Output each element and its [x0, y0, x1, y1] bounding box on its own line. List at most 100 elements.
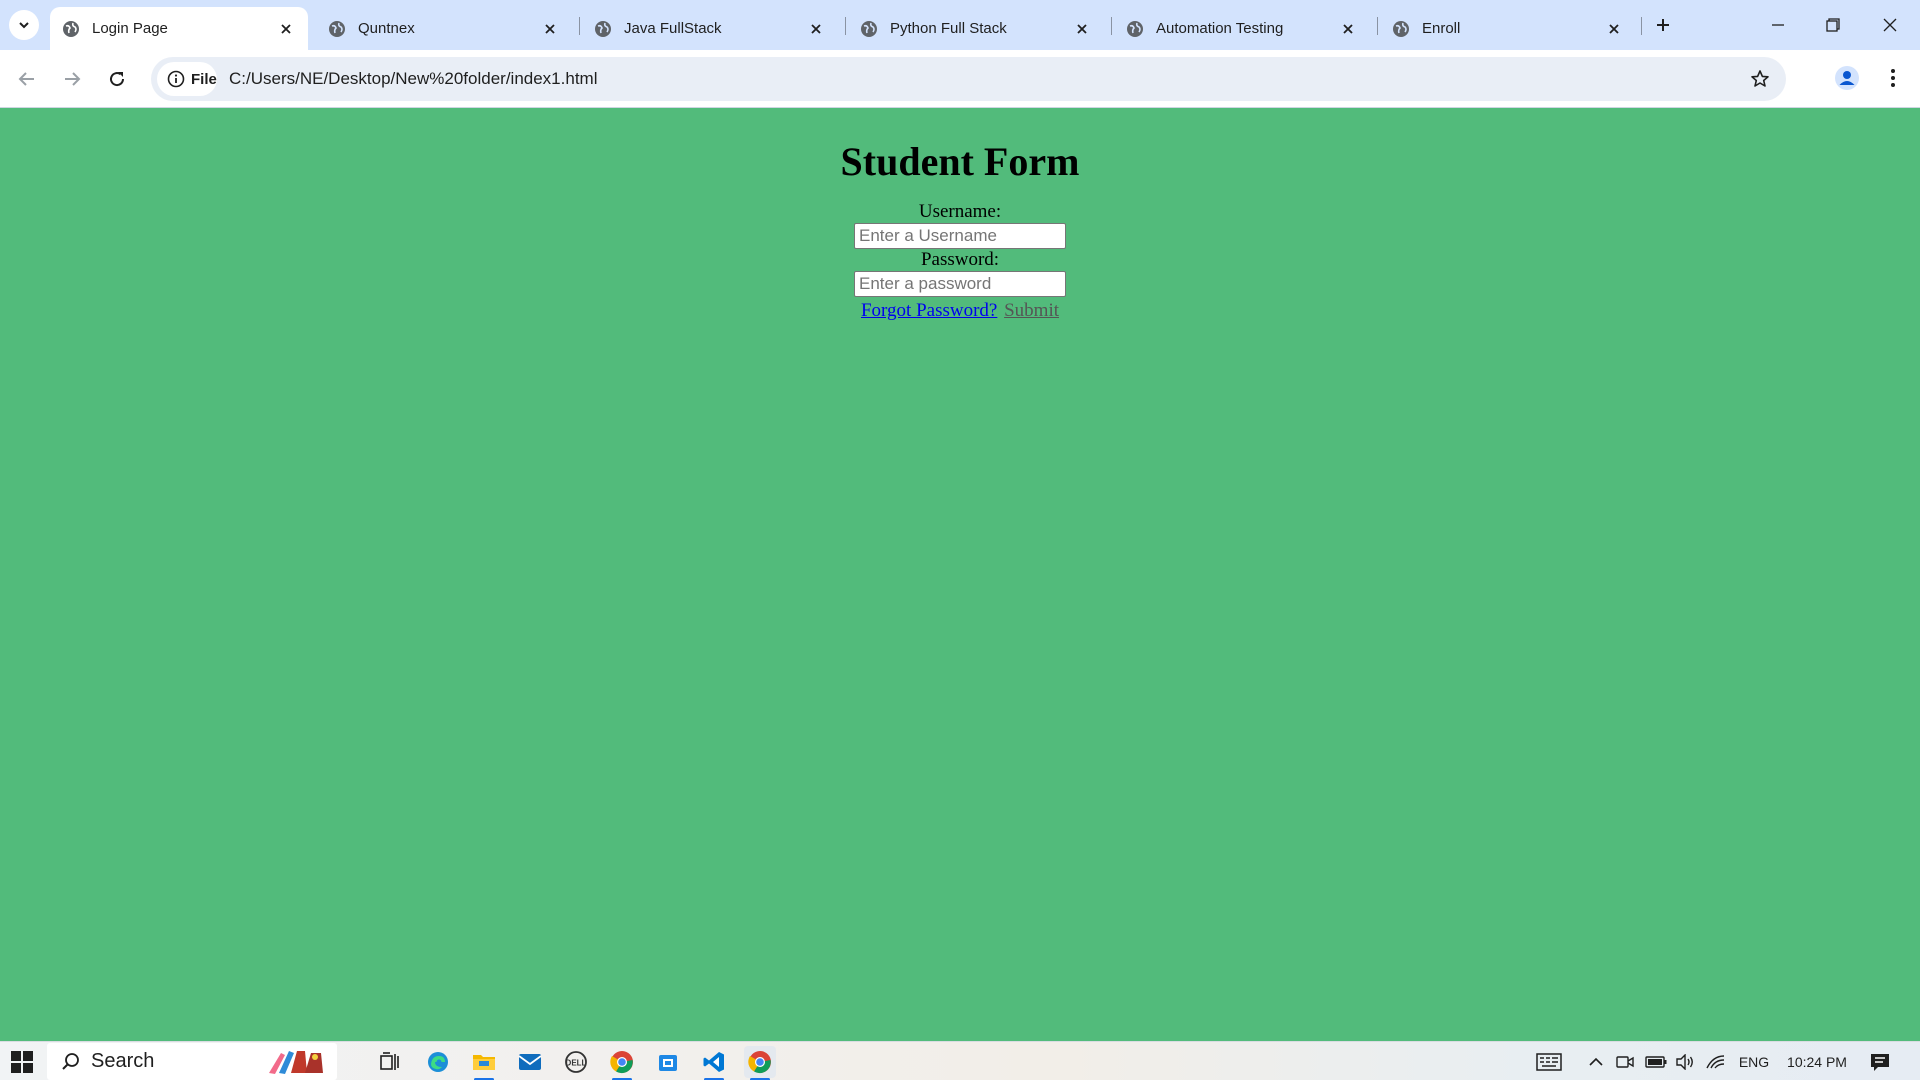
plus-icon — [1657, 19, 1669, 31]
form-links: Forgot Password? Submit — [0, 299, 1920, 323]
minimize-button[interactable] — [1758, 8, 1798, 42]
forward-button[interactable] — [55, 62, 89, 96]
show-hidden-icons-button[interactable] — [1586, 1050, 1606, 1074]
notification-icon — [1871, 1054, 1889, 1071]
tab-separator — [1111, 17, 1112, 35]
chevron-down-icon — [19, 22, 29, 29]
globe-icon — [595, 20, 611, 37]
close-tab-icon[interactable] — [276, 19, 296, 39]
close-tab-icon[interactable] — [1338, 19, 1358, 39]
arrow-left-icon — [18, 72, 34, 86]
taskbar-search[interactable]: Search — [47, 1043, 337, 1080]
site-info-chip[interactable]: File — [157, 62, 217, 96]
input-language-indicator[interactable]: ENG — [1736, 1050, 1772, 1074]
wifi-icon — [1706, 1055, 1725, 1069]
chevron-up-icon — [1589, 1057, 1603, 1066]
tab-login-page[interactable]: Login Page — [50, 7, 308, 50]
info-icon — [167, 70, 185, 88]
chrome-app-button[interactable] — [606, 1046, 638, 1080]
avatar-icon — [1835, 66, 1859, 90]
password-input[interactable] — [854, 271, 1066, 297]
tab-title: Enroll — [1422, 20, 1461, 37]
search-highlight-art-icon — [269, 1051, 323, 1074]
battery-status[interactable] — [1644, 1050, 1668, 1074]
close-tab-icon[interactable] — [540, 19, 560, 39]
start-button[interactable] — [8, 1048, 36, 1076]
tab-title: Login Page — [92, 20, 168, 37]
more-vertical-icon — [1891, 69, 1895, 87]
mail-icon — [518, 1054, 542, 1070]
close-tab-icon[interactable] — [806, 19, 826, 39]
username-input[interactable] — [854, 223, 1066, 249]
vscode-icon — [703, 1052, 724, 1072]
password-label: Password: — [920, 249, 1000, 270]
close-window-button[interactable] — [1870, 8, 1910, 42]
minimize-icon — [1772, 24, 1784, 26]
task-view-icon — [380, 1052, 399, 1070]
tab-python-full-stack[interactable]: Python Full Stack — [848, 7, 1104, 50]
windows-logo-icon — [11, 1051, 33, 1073]
tab-enroll[interactable]: Enroll — [1380, 7, 1636, 50]
profile-button[interactable] — [1832, 63, 1862, 93]
tab-title: Java FullStack — [624, 20, 722, 37]
page-viewport: Student Form Username: Password: Forgot … — [0, 109, 1920, 1041]
tab-separator — [845, 17, 846, 35]
close-tab-icon[interactable] — [1072, 19, 1092, 39]
submit-link[interactable]: Submit — [1004, 300, 1059, 321]
tab-java-fullstack[interactable]: Java FullStack — [582, 7, 838, 50]
meet-now-button[interactable] — [1614, 1050, 1636, 1074]
notifications-button[interactable] — [1866, 1050, 1894, 1074]
network-button[interactable] — [1704, 1050, 1726, 1074]
dell-logo-icon: DELL — [565, 1051, 587, 1073]
chrome-active-app-button[interactable] — [744, 1046, 776, 1080]
tab-separator — [579, 17, 580, 35]
new-tab-button[interactable] — [1650, 12, 1676, 38]
forgot-password-link[interactable]: Forgot Password? — [861, 300, 997, 321]
globe-icon — [861, 20, 877, 37]
reload-icon — [110, 72, 125, 87]
restore-button[interactable] — [1813, 8, 1853, 42]
vscode-app-button[interactable] — [698, 1046, 730, 1080]
site-chip-label: File — [191, 70, 217, 88]
store-app-button[interactable] — [652, 1046, 684, 1078]
star-icon — [1751, 70, 1769, 87]
clock[interactable]: 10:24 PM — [1782, 1050, 1852, 1074]
camera-icon — [1616, 1056, 1634, 1068]
task-view-button[interactable] — [374, 1046, 406, 1078]
page-title: Student Form — [840, 139, 1080, 184]
file-explorer-button[interactable] — [468, 1046, 500, 1080]
battery-icon — [1645, 1056, 1667, 1068]
back-button[interactable] — [10, 62, 44, 96]
search-icon — [62, 1052, 79, 1070]
dell-app-button[interactable]: DELL — [560, 1046, 592, 1078]
url-text[interactable]: C:/Users/NE/Desktop/New%20folder/index1.… — [229, 69, 597, 89]
bookmark-button[interactable] — [1746, 65, 1774, 93]
tab-separator — [1377, 17, 1378, 35]
tab-automation-testing[interactable]: Automation Testing — [1114, 7, 1370, 50]
close-tab-icon[interactable] — [1604, 19, 1624, 39]
chrome-icon — [610, 1051, 633, 1074]
keyboard-layout-button[interactable] — [1535, 1050, 1563, 1074]
tab-title: Python Full Stack — [890, 20, 1007, 37]
edge-app-button[interactable] — [422, 1046, 454, 1078]
mail-app-button[interactable] — [514, 1046, 546, 1078]
volume-button[interactable] — [1674, 1050, 1696, 1074]
search-label: Search — [91, 1050, 155, 1072]
address-bar[interactable]: File C:/Users/NE/Desktop/New%20folder/in… — [151, 57, 1786, 101]
globe-icon — [63, 20, 79, 37]
svg-text:DELL: DELL — [566, 1059, 587, 1068]
globe-icon — [329, 20, 345, 37]
folder-icon — [473, 1055, 495, 1070]
username-label: Username: — [918, 201, 1002, 222]
globe-icon — [1393, 20, 1409, 37]
speaker-icon — [1676, 1054, 1693, 1070]
taskbar: Search DELL ENG 10:24 PM — [0, 1041, 1920, 1080]
store-icon — [659, 1055, 677, 1071]
browser-menu-button[interactable] — [1880, 63, 1906, 93]
globe-icon — [1127, 20, 1143, 37]
browser-toolbar: File C:/Users/NE/Desktop/New%20folder/in… — [0, 50, 1920, 108]
arrow-right-icon — [65, 72, 81, 86]
tab-search-button[interactable] — [9, 10, 39, 40]
reload-button[interactable] — [100, 62, 134, 96]
tab-quntnex[interactable]: Quntnex — [316, 7, 572, 50]
